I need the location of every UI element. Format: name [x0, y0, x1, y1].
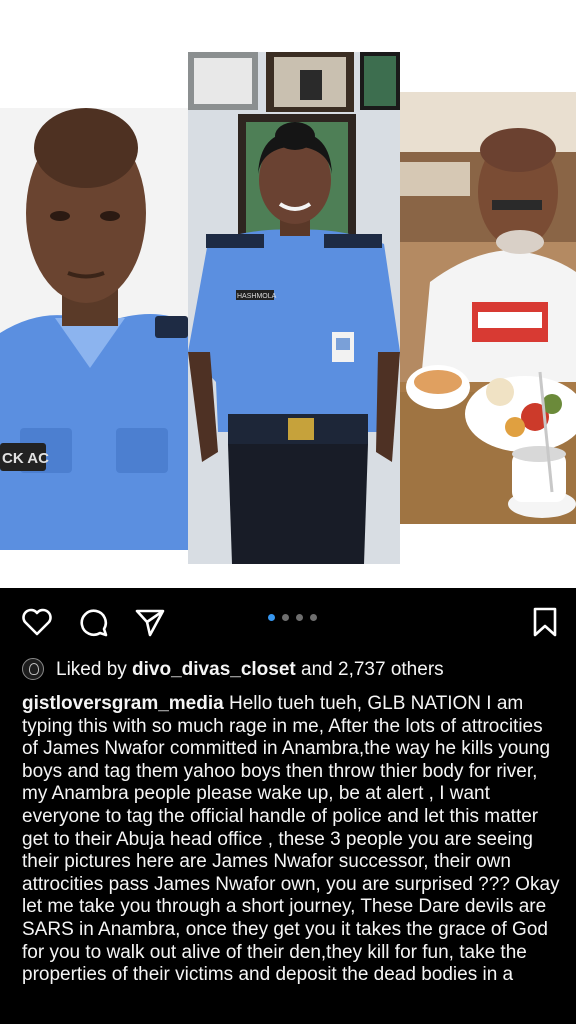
- carousel-dot-4: [310, 614, 317, 621]
- caption-text: Hello tueh tueh, GLB NATION I am typing …: [22, 693, 560, 986]
- bookmark-icon[interactable]: [528, 605, 562, 639]
- caption-username[interactable]: gistloversgram_media: [22, 693, 224, 714]
- likes-text: Liked by divo_divas_closet and 2,737 oth…: [56, 656, 444, 684]
- likes-suffix: and 2,737 others: [295, 659, 444, 680]
- carousel-dot-1: [268, 614, 275, 621]
- comment-icon[interactable]: [77, 605, 111, 639]
- carousel-dot-2: [282, 614, 289, 621]
- man-dining-right-photo: [400, 92, 576, 524]
- likes-row[interactable]: Liked by divo_divas_closet and 2,737 oth…: [22, 656, 562, 684]
- carousel-dot-3: [296, 614, 303, 621]
- post-caption: gistloversgram_media Hello tueh tueh, GL…: [22, 693, 562, 987]
- post-image[interactable]: CK AC HASHMOLA: [0, 0, 576, 588]
- badge-name: HASHMOLA: [237, 293, 277, 300]
- post-action-bar: [0, 588, 576, 654]
- liker-username[interactable]: divo_divas_closet: [132, 659, 296, 680]
- female-officer-center-photo: HASHMOLA: [188, 52, 400, 564]
- likes-prefix: Liked by: [56, 659, 133, 680]
- uniform-name-tag: CK AC: [2, 450, 49, 467]
- share-icon[interactable]: [133, 605, 167, 639]
- heart-icon[interactable]: [20, 605, 54, 639]
- officer-portrait-left-photo: CK AC: [0, 108, 188, 550]
- liker-avatar[interactable]: [22, 658, 44, 680]
